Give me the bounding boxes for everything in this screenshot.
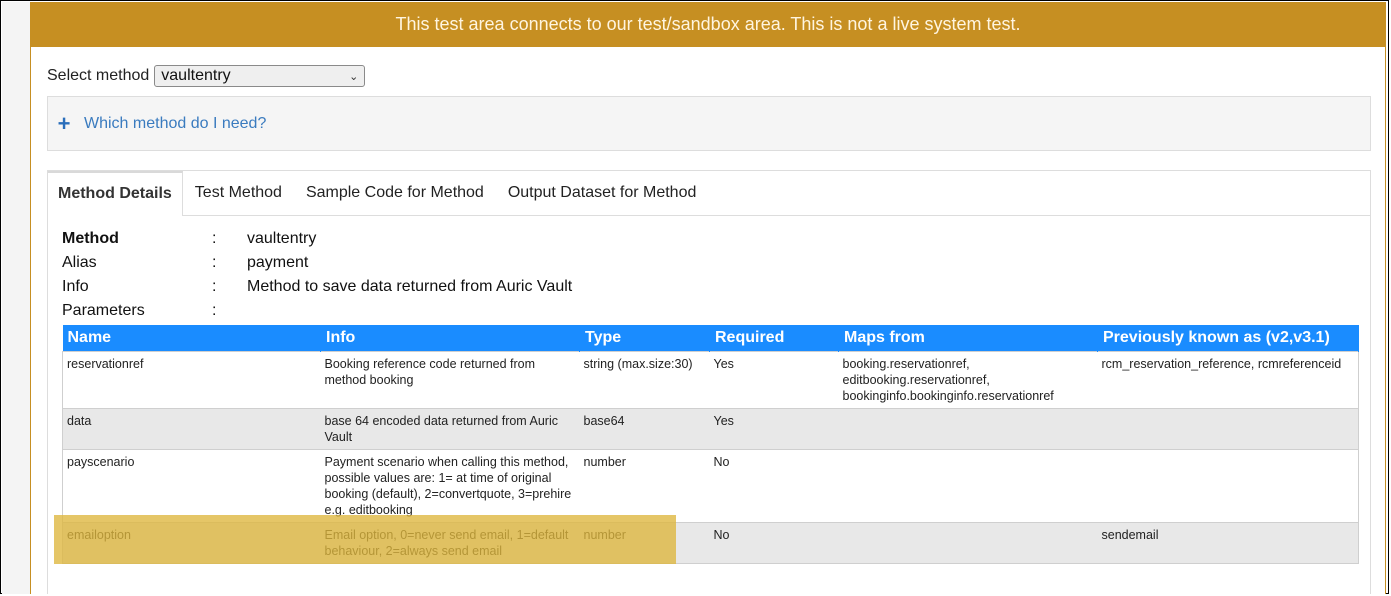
parameters-table: Name Info Type Required Maps from Previo… (62, 325, 1359, 564)
which-method-accordion[interactable]: + Which method do I need? (47, 96, 1371, 151)
alias-value: payment (247, 254, 309, 271)
alias-key: Alias (62, 254, 97, 271)
cell-previously-known: sendemail (1097, 522, 1359, 564)
column-header-type: Type (579, 325, 710, 352)
main-content: This test area connects to our test/sand… (30, 2, 1386, 594)
cell-info: base 64 encoded data returned from Auric… (320, 408, 580, 450)
table-row: data base 64 encoded data returned from … (62, 408, 1359, 450)
cell-type: base64 (579, 408, 710, 450)
parameters-table-wrap: Name Info Type Required Maps from Previo… (62, 325, 1359, 564)
cell-info: Booking reference code returned from met… (320, 351, 580, 409)
table-row: payscenario Payment scenario when callin… (62, 449, 1359, 523)
column-header-info: Info (320, 325, 580, 352)
cell-previously-known (1097, 408, 1359, 450)
cell-info: Email option, 0=never send email, 1=defa… (320, 522, 580, 564)
select-method-label: Select method (47, 67, 150, 84)
method-tabs: Method Details Test Method Sample Code f… (48, 171, 1370, 216)
table-row: reservationref Booking reference code re… (62, 351, 1359, 409)
meta-separator: : (212, 230, 217, 247)
chevron-down-icon: ⌄ (349, 70, 359, 83)
cell-previously-known: rcm_reservation_reference, rcmreferencei… (1097, 351, 1359, 409)
left-gutter (2, 2, 30, 594)
sandbox-banner: This test area connects to our test/sand… (31, 2, 1385, 47)
cell-maps-from (838, 449, 1098, 523)
column-header-name: Name (62, 325, 321, 352)
info-value: Method to save data returned from Auric … (247, 278, 573, 295)
cell-name: emailoption (62, 522, 321, 564)
page-frame: This test area connects to our test/sand… (0, 0, 1389, 594)
info-key: Info (62, 278, 89, 295)
cell-info: Payment scenario when calling this metho… (320, 449, 580, 523)
meta-separator: : (212, 302, 217, 319)
cell-maps-from: booking.reservationref, editbooking.rese… (838, 351, 1098, 409)
meta-separator: : (212, 278, 217, 295)
cell-type: string (max.size:30) (579, 351, 710, 409)
which-method-link[interactable]: Which method do I need? (84, 115, 266, 133)
column-header-maps-from: Maps from (838, 325, 1098, 352)
meta-row-parameters: Parameters : (62, 299, 572, 323)
method-panel: Method Details Test Method Sample Code f… (47, 170, 1371, 594)
method-meta: Method : vaultentry Alias : payment Info… (62, 227, 572, 323)
meta-row-alias: Alias : payment (62, 251, 572, 275)
tab-output-dataset[interactable]: Output Dataset for Method (496, 171, 709, 215)
cell-required: Yes (709, 408, 839, 450)
method-select-value: vaultentry (161, 67, 231, 84)
parameters-key: Parameters (62, 302, 145, 319)
tab-test-method[interactable]: Test Method (183, 171, 294, 215)
column-header-previously-known: Previously known as (v2,v3.1) (1097, 325, 1359, 352)
cell-maps-from (838, 408, 1098, 450)
method-select[interactable]: vaultentry ⌄ (154, 65, 366, 87)
table-row: emailoption Email option, 0=never send e… (62, 522, 1359, 564)
method-value: vaultentry (247, 230, 317, 247)
table-header-row: Name Info Type Required Maps from Previo… (62, 325, 1359, 352)
meta-row-method: Method : vaultentry (62, 227, 572, 251)
tab-sample-code[interactable]: Sample Code for Method (294, 171, 496, 215)
tab-method-details[interactable]: Method Details (48, 171, 183, 216)
cell-required: No (709, 522, 839, 564)
plus-icon[interactable]: + (54, 111, 74, 137)
method-key: Method (62, 230, 119, 247)
cell-required: No (709, 449, 839, 523)
meta-row-info: Info : Method to save data returned from… (62, 275, 572, 299)
cell-required: Yes (709, 351, 839, 409)
cell-type: number (579, 522, 710, 564)
cell-previously-known (1097, 449, 1359, 523)
cell-maps-from (838, 522, 1098, 564)
cell-name: payscenario (62, 449, 321, 523)
cell-name: data (62, 408, 321, 450)
column-header-required: Required (709, 325, 839, 352)
cell-name: reservationref (62, 351, 321, 409)
meta-separator: : (212, 254, 217, 271)
method-select-row: Select method vaultentry ⌄ (47, 64, 366, 88)
cell-type: number (579, 449, 710, 523)
